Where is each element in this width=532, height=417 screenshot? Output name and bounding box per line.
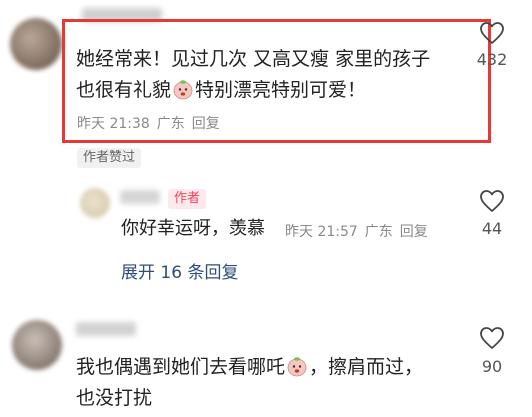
peach-face-emoji-icon	[173, 80, 193, 100]
heart-icon[interactable]	[479, 326, 505, 350]
reply-text-content: 你好幸运呀，羡慕	[121, 218, 265, 239]
comment-section: 她经常来！见过几次 又高又瘦 家里的孩子 也很有礼貌 特别漂亮特别可爱！ 昨天 …	[0, 0, 532, 417]
comment-text: 我也偶遇到她们去看哪吒 ，擦肩而过，	[76, 352, 423, 382]
comment-text-part: 特别漂亮特别可爱！	[195, 79, 367, 101]
heart-icon[interactable]	[479, 189, 505, 213]
comment-location: 广东	[156, 116, 185, 132]
like-count: 432	[476, 50, 508, 69]
author-liked-badge: 作者赞过	[77, 148, 142, 168]
comment-text: 她经常来！见过几次 又高又瘦 家里的孩子	[76, 44, 430, 74]
comment-text-part: 也没打扰	[76, 387, 153, 409]
avatar[interactable]	[10, 18, 62, 70]
comment-time: 昨天 21:38	[77, 116, 150, 132]
reply-meta: 昨天 21:57 广东 回复	[285, 221, 428, 241]
reply-button[interactable]: 回复	[400, 224, 428, 240]
comment-text-line1: 她经常来！见过几次 又高又瘦 家里的孩子	[76, 48, 431, 70]
comment-text-line2: 也很有礼貌 特别漂亮特别可爱！	[76, 75, 366, 105]
reply-username[interactable]	[120, 190, 160, 204]
comment-text-part: ，擦肩而过，	[309, 356, 424, 378]
author-tag: 作者	[168, 189, 207, 209]
reply-avatar[interactable]	[80, 188, 110, 218]
comment-text-part: 也很有礼貌	[76, 79, 172, 101]
reply-time: 昨天 21:57	[285, 224, 358, 240]
peach-face-emoji-icon	[287, 357, 307, 377]
reply-button[interactable]: 回复	[192, 116, 220, 132]
comment-text-part: 我也偶遇到她们去看哪吒	[76, 356, 286, 378]
comment-text-line2: 也没打扰	[76, 383, 152, 413]
username[interactable]	[76, 322, 136, 336]
like-count: 90	[481, 357, 503, 376]
avatar[interactable]	[12, 320, 62, 370]
expand-replies-button[interactable]: 展开 16 条回复	[121, 258, 238, 283]
reply-like-count: 44	[481, 219, 503, 238]
reply-text: 你好幸运呀，羡慕	[121, 214, 265, 244]
reply-location: 广东	[364, 224, 393, 240]
comment-meta: 昨天 21:38 广东 回复	[77, 113, 220, 133]
heart-icon[interactable]	[479, 21, 505, 45]
